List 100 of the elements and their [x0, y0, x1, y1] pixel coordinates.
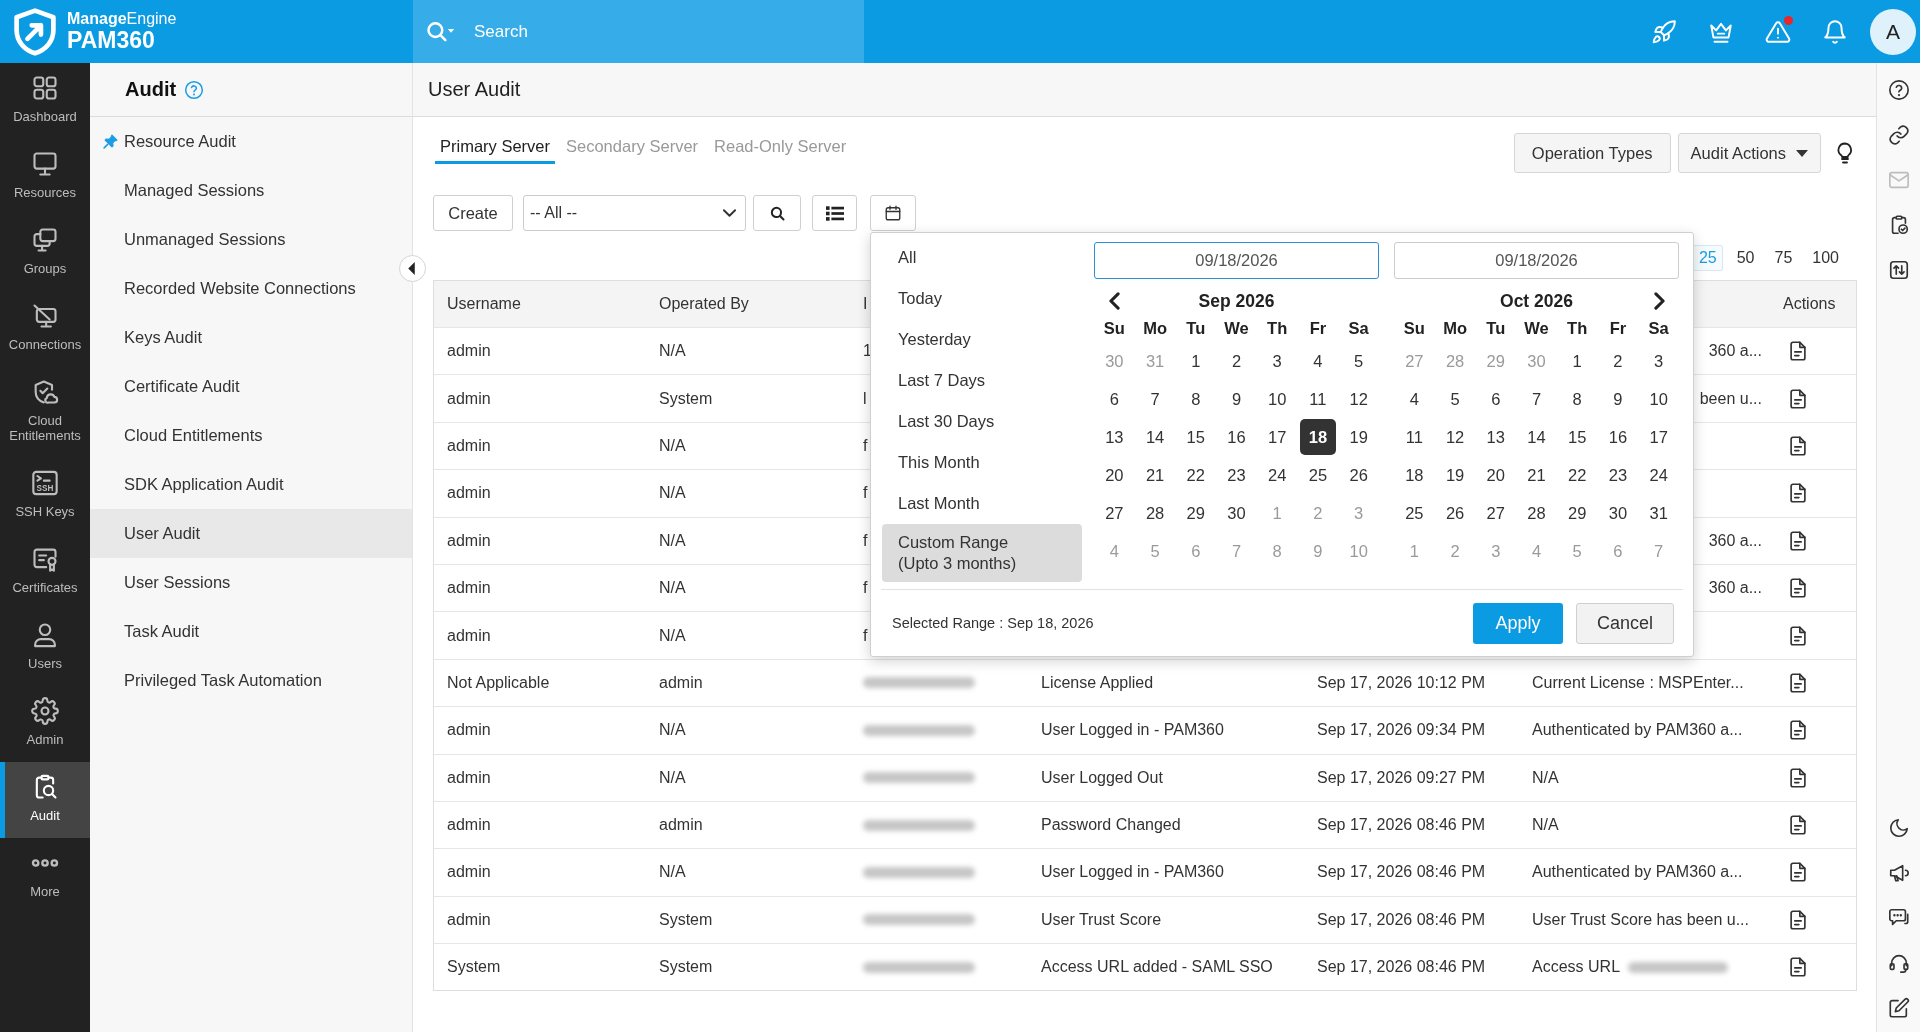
nav-item[interactable]: Audit: [0, 762, 90, 838]
calendar-day[interactable]: 26: [1340, 457, 1377, 493]
menu-item[interactable]: Cloud Entitlements: [90, 411, 412, 460]
preset-option[interactable]: Today: [882, 278, 1082, 319]
bell-icon[interactable]: [1822, 18, 1848, 45]
calendar-day[interactable]: 5: [1340, 343, 1377, 379]
calendar-day[interactable]: 11: [1396, 419, 1433, 455]
calendar-day[interactable]: 3: [1640, 343, 1677, 379]
calendar-day[interactable]: 29: [1177, 495, 1214, 531]
calendar-day[interactable]: 5: [1437, 381, 1474, 417]
menu-item[interactable]: User Audit: [90, 509, 412, 558]
calendar-day[interactable]: 8: [1559, 381, 1596, 417]
document-icon[interactable]: [1787, 719, 1809, 742]
document-icon[interactable]: [1787, 624, 1809, 647]
calendar-day[interactable]: 6: [1096, 381, 1133, 417]
calendar-day[interactable]: 15: [1559, 419, 1596, 455]
calendar-day[interactable]: 20: [1477, 457, 1514, 493]
avatar-button[interactable]: A: [1870, 8, 1916, 55]
calendar-day[interactable]: 18: [1299, 419, 1336, 455]
calendar-day[interactable]: 17: [1640, 419, 1677, 455]
link-icon[interactable]: [1887, 124, 1910, 146]
calendar-day[interactable]: 1: [1559, 343, 1596, 379]
calendar-day[interactable]: 4: [1396, 381, 1433, 417]
calendar-day[interactable]: 29: [1559, 495, 1596, 531]
document-icon[interactable]: [1787, 671, 1809, 694]
nav-item[interactable]: Users: [0, 610, 90, 686]
create-button[interactable]: Create: [433, 195, 513, 231]
calendar-day[interactable]: 24: [1259, 457, 1296, 493]
calendar-day[interactable]: 19: [1340, 419, 1377, 455]
calendar-day[interactable]: 18: [1396, 457, 1433, 493]
document-icon[interactable]: [1787, 861, 1809, 884]
calendar-day[interactable]: 7: [1137, 381, 1174, 417]
document-icon[interactable]: [1787, 814, 1809, 837]
calendar-day[interactable]: 16: [1599, 419, 1636, 455]
date-field[interactable]: 09/18/2026: [1094, 242, 1379, 279]
filter-dropdown[interactable]: -- All --: [523, 195, 746, 231]
calendar-day[interactable]: 20: [1096, 457, 1133, 493]
calendar-day[interactable]: 10: [1259, 381, 1296, 417]
document-icon[interactable]: [1787, 908, 1809, 931]
nav-item[interactable]: More: [0, 838, 90, 914]
cancel-button[interactable]: Cancel: [1576, 602, 1674, 644]
nav-item[interactable]: Groups: [0, 215, 90, 291]
warning-icon[interactable]: [1765, 18, 1791, 45]
calendar-day[interactable]: 27: [1477, 495, 1514, 531]
calendar-day[interactable]: 2: [1218, 343, 1255, 379]
calendar-day[interactable]: 22: [1177, 457, 1214, 493]
calendar-day[interactable]: 4: [1299, 343, 1336, 379]
document-icon[interactable]: [1787, 387, 1809, 410]
edit-icon[interactable]: [1887, 997, 1910, 1019]
headset-icon[interactable]: [1887, 952, 1910, 974]
document-icon[interactable]: [1787, 434, 1809, 457]
calendar-day[interactable]: 7: [1518, 381, 1555, 417]
menu-item[interactable]: SDK Application Audit: [90, 460, 412, 509]
calendar-day[interactable]: 16: [1218, 419, 1255, 455]
calendar-day[interactable]: 12: [1437, 419, 1474, 455]
calendar-day[interactable]: 8: [1177, 381, 1214, 417]
calendar-day[interactable]: 28: [1518, 495, 1555, 531]
search-button[interactable]: [753, 195, 801, 231]
menu-item[interactable]: User Sessions: [90, 558, 412, 607]
nav-item[interactable]: Dashboard: [0, 63, 90, 139]
preset-option[interactable]: Last 7 Days: [882, 360, 1082, 401]
document-icon[interactable]: [1787, 482, 1809, 505]
nav-item[interactable]: Connections: [0, 291, 90, 367]
calendar-day[interactable]: 25: [1396, 495, 1433, 531]
menu-item[interactable]: Privileged Task Automation: [90, 656, 412, 705]
calendar-day[interactable]: 14: [1137, 419, 1174, 455]
calendar-day[interactable]: 23: [1218, 457, 1255, 493]
preset-option[interactable]: Yesterday: [882, 319, 1082, 360]
dropdown-button[interactable]: Audit Actions: [1677, 133, 1821, 173]
calendar-day[interactable]: 30: [1599, 495, 1636, 531]
list-view-button[interactable]: [812, 195, 857, 231]
chevron-left-icon[interactable]: [1108, 292, 1120, 310]
nav-item[interactable]: Certificates: [0, 534, 90, 610]
calendar-day[interactable]: 9: [1218, 381, 1255, 417]
calendar-day[interactable]: 30: [1218, 495, 1255, 531]
preset-option[interactable]: This Month: [882, 442, 1082, 483]
calendar-day[interactable]: 17: [1259, 419, 1296, 455]
document-icon[interactable]: [1787, 340, 1809, 363]
menu-item[interactable]: Unmanaged Sessions: [90, 215, 412, 264]
document-icon[interactable]: [1787, 577, 1809, 600]
calendar-day[interactable]: 27: [1096, 495, 1133, 531]
menu-item[interactable]: Recorded Website Connections: [90, 264, 412, 313]
page-size-option[interactable]: 50: [1730, 245, 1761, 271]
menu-item[interactable]: Task Audit: [90, 607, 412, 656]
calendar-day[interactable]: 24: [1640, 457, 1677, 493]
nav-item[interactable]: Resources: [0, 139, 90, 215]
nav-item[interactable]: Cloud Entitlements: [0, 367, 90, 458]
search-field[interactable]: Search: [413, 0, 864, 63]
calendar-day[interactable]: 11: [1299, 381, 1336, 417]
calendar-day[interactable]: 22: [1559, 457, 1596, 493]
transfer-icon[interactable]: [1887, 259, 1910, 281]
help-icon[interactable]: [1887, 79, 1910, 101]
nav-item[interactable]: SSH SSH Keys: [0, 458, 90, 534]
calendar-button[interactable]: [870, 195, 916, 231]
calendar-day[interactable]: 10: [1640, 381, 1677, 417]
header-button[interactable]: Operation Types: [1513, 133, 1671, 173]
rocket-icon[interactable]: [1651, 18, 1677, 45]
tab[interactable]: Primary Server: [435, 132, 555, 164]
calendar-day[interactable]: 25: [1299, 457, 1336, 493]
moon-icon[interactable]: [1887, 817, 1910, 839]
